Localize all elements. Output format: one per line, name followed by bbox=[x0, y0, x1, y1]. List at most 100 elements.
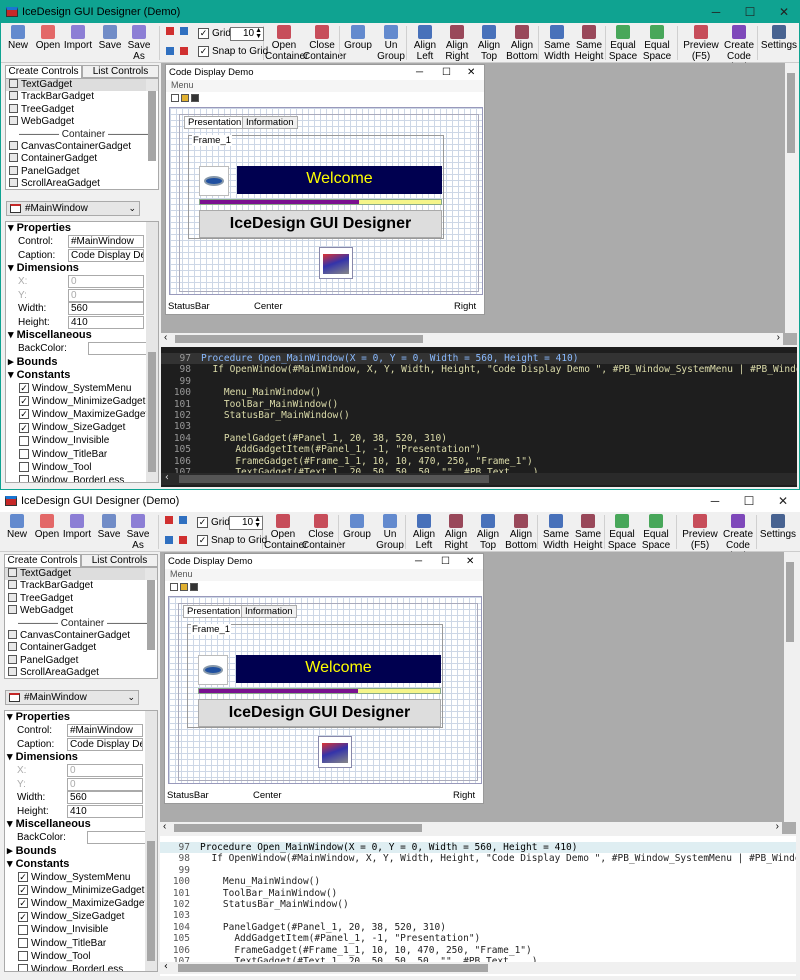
welcome-text[interactable]: Welcome bbox=[237, 166, 442, 194]
list-item[interactable]: TreeGadget bbox=[6, 103, 158, 116]
chevron-down-icon[interactable]: ⌄ bbox=[128, 202, 136, 215]
code-line[interactable]: 103 bbox=[161, 421, 797, 432]
ungroup-button[interactable]: Un Group bbox=[375, 23, 407, 63]
list-item[interactable]: TreeGadget bbox=[5, 592, 157, 605]
window-select[interactable]: #MainWindow ⌄ bbox=[5, 690, 139, 705]
grid-checkbox[interactable] bbox=[197, 517, 208, 528]
code-line[interactable]: 105 AddGadgetItem(#Panel_1, -1, "Present… bbox=[161, 444, 797, 455]
same-width-button[interactable]: Same Width bbox=[541, 23, 573, 63]
save-as-button[interactable]: Save As bbox=[125, 23, 153, 63]
grid-checkbox[interactable] bbox=[198, 28, 209, 39]
open-container-button[interactable]: Open Container bbox=[265, 23, 308, 63]
code-line[interactable]: 97 Procedure Open_MainWindow(X = 0, Y = 0… bbox=[160, 842, 796, 853]
checkbox[interactable]: ✓ bbox=[19, 396, 29, 407]
window-select[interactable]: #MainWindow ⌄ bbox=[6, 201, 140, 216]
panel-gadget[interactable]: Presentation Information Frame_1 Welcome… bbox=[178, 603, 478, 781]
code-line[interactable]: 98 If OpenWindow(#MainWindow, X, Y, Widt… bbox=[160, 853, 796, 864]
caption-field[interactable]: Code Display Demo bbox=[67, 737, 143, 751]
new-button[interactable]: New bbox=[4, 512, 30, 552]
checkbox[interactable]: ✓ bbox=[19, 409, 29, 420]
import-button[interactable]: Import bbox=[62, 512, 92, 552]
scrollbar-thumb[interactable] bbox=[179, 475, 489, 483]
dimensions-header[interactable]: ▾ Dimensions bbox=[6, 262, 158, 275]
progress-bar[interactable] bbox=[198, 688, 441, 694]
list-item[interactable]: ContainerGadget bbox=[5, 642, 157, 654]
save-disk-icon[interactable] bbox=[191, 94, 199, 102]
tab-information[interactable]: Information bbox=[241, 605, 297, 618]
design-canvas[interactable]: Code Display Demo ─ ☐ ✕ Menu Presentatio… bbox=[161, 63, 797, 345]
list-item[interactable]: CanvasContainerGadget bbox=[5, 629, 157, 642]
scrollbar-thumb[interactable] bbox=[178, 964, 488, 972]
properties-header[interactable]: ▾ Properties bbox=[5, 711, 157, 724]
canvas-vertical-scrollbar[interactable] bbox=[785, 63, 797, 333]
list-item[interactable]: WebGadget bbox=[5, 605, 157, 617]
create-code-button[interactable]: CreateCode (F7) bbox=[718, 512, 758, 562]
save-button[interactable]: Save bbox=[96, 512, 122, 552]
properties-header[interactable]: ▾ Properties bbox=[6, 222, 158, 235]
align-bottom-button[interactable]: Align Bottom bbox=[506, 23, 538, 63]
design-window[interactable]: Code Display Demo ─ ☐ ✕ Menu Presentatio… bbox=[165, 64, 485, 315]
design-canvas[interactable]: Code Display Demo ─ ☐ ✕ Menu Presentatio… bbox=[160, 552, 796, 834]
misc-header[interactable]: ▾ Miscellaneous bbox=[5, 818, 157, 831]
control-field[interactable]: #MainWindow bbox=[67, 724, 143, 738]
constant-checkbox-row[interactable]: ✓ Window_MinimizeGadget bbox=[5, 884, 157, 897]
scrollbar-thumb[interactable] bbox=[787, 73, 795, 153]
list-item[interactable]: PanelGadget bbox=[5, 654, 157, 667]
height-field[interactable]: 410 bbox=[68, 315, 144, 329]
cut-icon[interactable] bbox=[166, 27, 174, 35]
open-button[interactable]: Open bbox=[34, 23, 62, 63]
list-item[interactable]: ContainerGadget bbox=[6, 153, 158, 165]
bounds-header[interactable]: ▸ Bounds bbox=[6, 356, 158, 369]
title-text[interactable]: IceDesign GUI Designer bbox=[198, 699, 441, 727]
list-item[interactable]: WebGadget bbox=[6, 116, 158, 128]
close-icon[interactable]: ✕ bbox=[767, 5, 799, 19]
code-line[interactable]: 99 bbox=[161, 376, 797, 387]
maximize-icon[interactable]: ☐ bbox=[733, 5, 767, 19]
align-right-button[interactable]: Align Right bbox=[441, 23, 473, 63]
align-right-button[interactable]: Align Right bbox=[440, 512, 472, 552]
code-line[interactable]: 101 ToolBar_MainWindow() bbox=[160, 888, 796, 899]
align-left-button[interactable]: Align Left bbox=[410, 23, 440, 63]
code-line[interactable]: 102 StatusBar_MainWindow() bbox=[161, 410, 797, 421]
constant-checkbox-row[interactable]: ✓ Window_SystemMenu bbox=[5, 871, 157, 884]
scrollbar-thumb[interactable] bbox=[175, 335, 423, 343]
close-container-button[interactable]: Close Container bbox=[302, 512, 345, 552]
checkbox[interactable]: ✓ bbox=[19, 383, 29, 394]
code-line[interactable]: 97 Procedure Open_MainWindow(X = 0, Y = 0… bbox=[161, 353, 797, 364]
design-window-titlebar[interactable]: Code Display Demo ─ ☐ ✕ bbox=[166, 65, 484, 80]
equal-space-v-button[interactable]: EqualSpace V bbox=[639, 512, 673, 562]
checkbox[interactable] bbox=[19, 435, 29, 446]
tab-list-controls[interactable]: List Controls bbox=[82, 65, 159, 78]
tab-list-controls[interactable]: List Controls bbox=[81, 554, 158, 567]
align-top-button[interactable]: Align Top bbox=[473, 512, 503, 552]
checkbox[interactable] bbox=[18, 951, 28, 962]
group-button[interactable]: Group bbox=[342, 23, 374, 63]
controls-scrollbar[interactable] bbox=[145, 568, 157, 650]
paste-icon[interactable] bbox=[166, 47, 174, 55]
constant-checkbox-row[interactable]: ✓ Window_MaximizeGadget bbox=[5, 897, 157, 910]
copy-icon[interactable] bbox=[179, 516, 187, 524]
code-line[interactable]: 106 FrameGadget(#Frame_1_1, 10, 10, 470,… bbox=[161, 456, 797, 467]
checkbox[interactable]: ✓ bbox=[19, 422, 29, 433]
close-container-button[interactable]: Close Container bbox=[303, 23, 346, 63]
constant-checkbox-row[interactable]: ✓ Window_MinimizeGadget bbox=[6, 395, 158, 408]
same-height-button[interactable]: Same Height bbox=[573, 23, 605, 63]
snap-checkbox[interactable] bbox=[197, 535, 208, 546]
snap-checkbox[interactable] bbox=[198, 46, 209, 57]
backcolor-field[interactable] bbox=[88, 342, 148, 356]
constant-checkbox-row[interactable]: Window_BorderLess bbox=[6, 474, 158, 482]
backcolor-field[interactable] bbox=[87, 831, 147, 845]
chevron-down-icon[interactable]: ⌄ bbox=[127, 691, 135, 704]
list-item[interactable]: TextGadget bbox=[6, 79, 158, 92]
cut-icon[interactable] bbox=[165, 516, 173, 524]
code-line[interactable]: 100 Menu_MainWindow() bbox=[160, 876, 796, 887]
panel-gadget[interactable]: Presentation Information Frame_1 Welcome… bbox=[179, 114, 479, 292]
canvas-horizontal-scrollbar[interactable]: ‹ › bbox=[160, 821, 782, 834]
properties-scrollbar[interactable] bbox=[146, 222, 158, 482]
paint-image-icon[interactable] bbox=[319, 247, 353, 279]
scrollbar-thumb[interactable] bbox=[786, 562, 794, 642]
new-file-icon[interactable] bbox=[171, 94, 179, 102]
design-window[interactable]: Code Display Demo ─ ☐ ✕ Menu Presentatio… bbox=[164, 553, 484, 804]
checkbox[interactable] bbox=[18, 964, 28, 971]
constant-checkbox-row[interactable]: Window_Invisible bbox=[6, 434, 158, 447]
